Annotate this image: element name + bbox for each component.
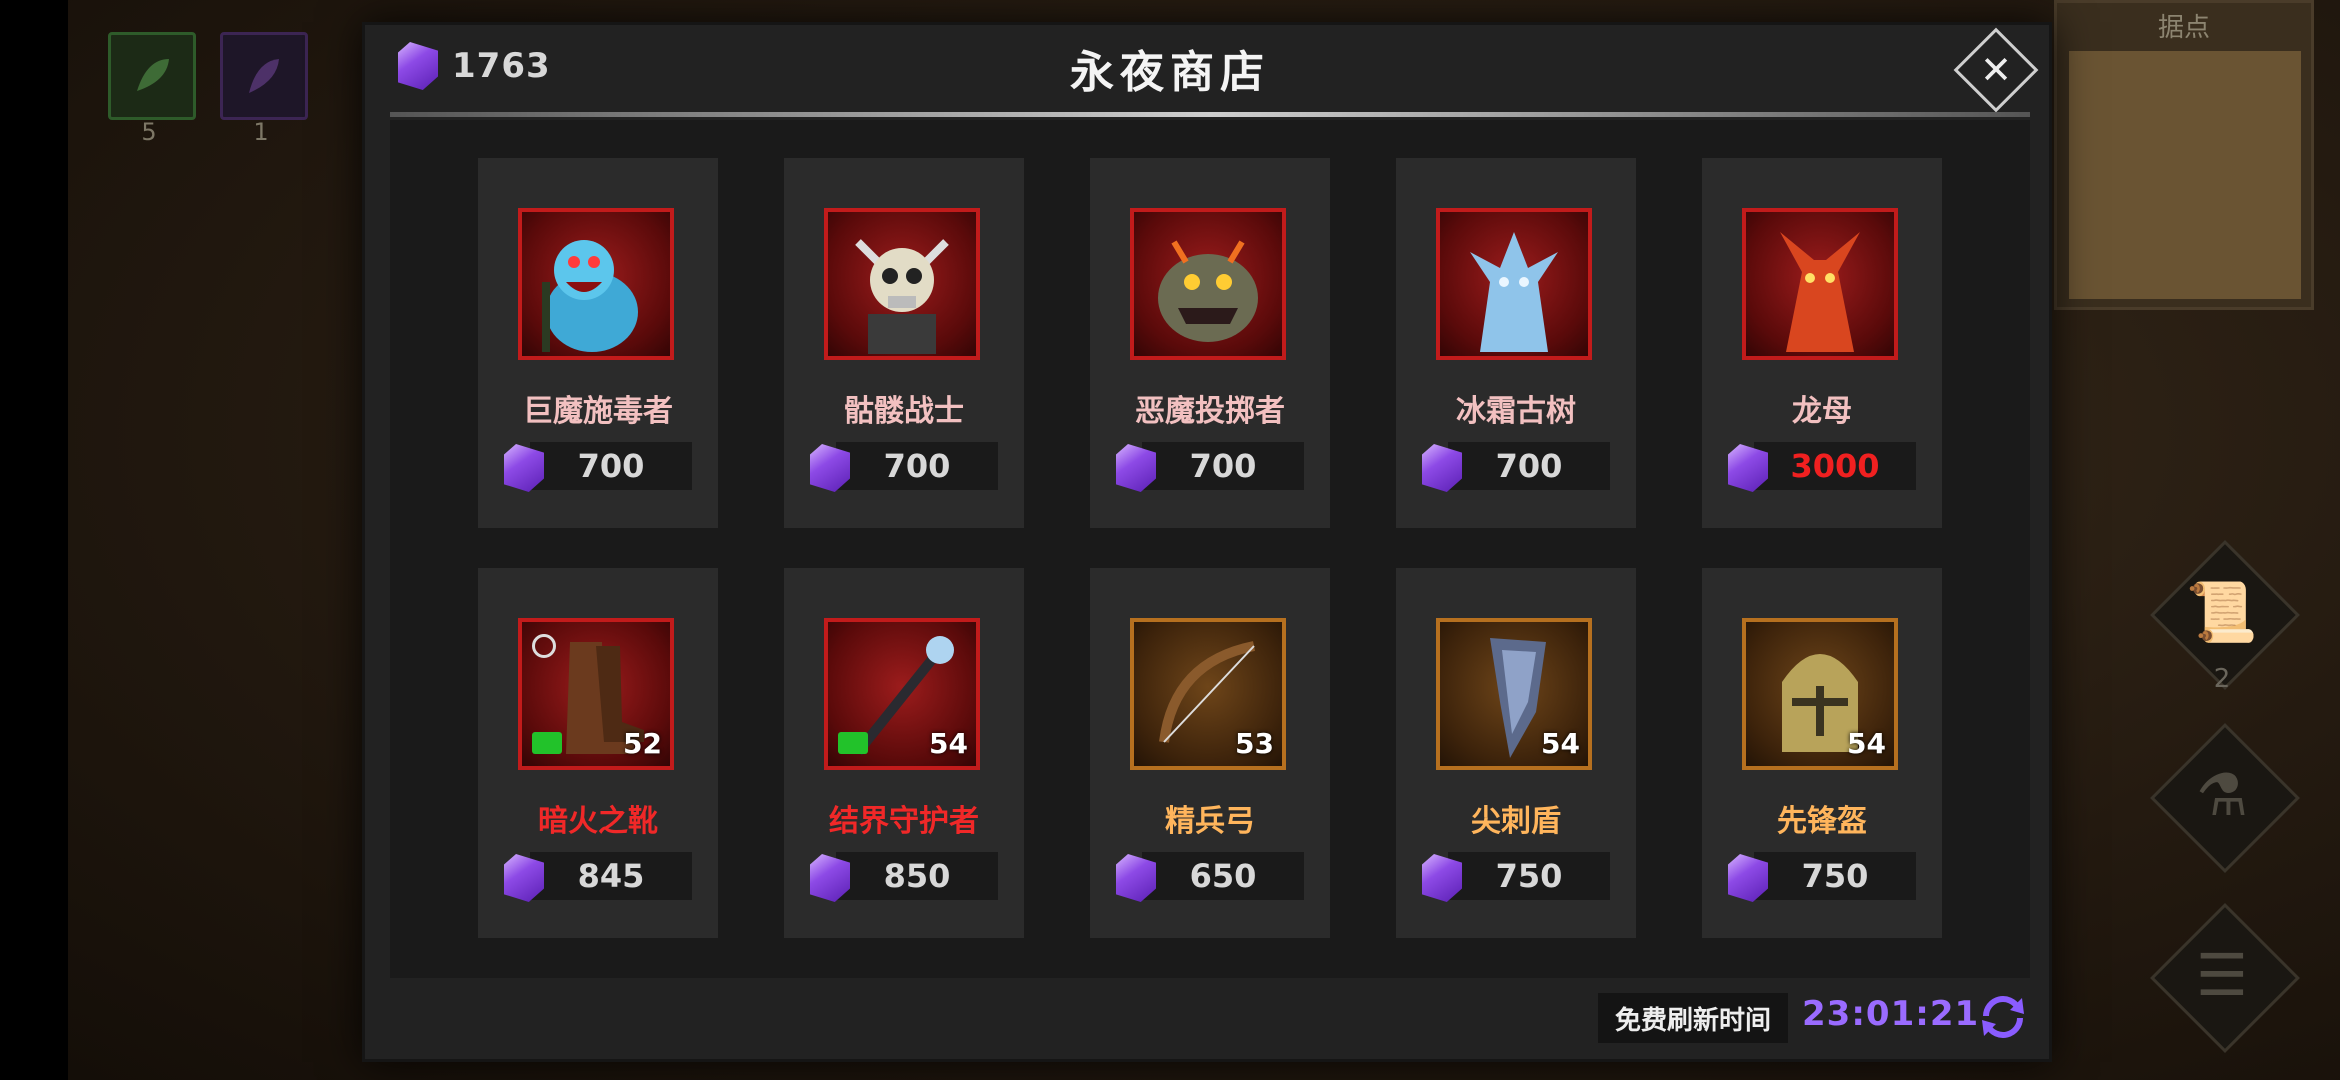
price-box: 650 [1142,852,1304,900]
item-name: 结界守护者 [829,804,979,839]
shop-item-card[interactable]: 龙母 3000 [1702,158,1942,528]
item-portrait [1436,208,1592,360]
item-price: 750 [1801,857,1869,895]
scroll-icon: 📜 [2185,577,2259,646]
item-price: 700 [883,447,951,485]
item-portrait: 52 [518,618,674,770]
item-portrait [1742,208,1898,360]
item-name: 精兵弓 [1165,804,1255,839]
shop-item-card[interactable]: 52 暗火之靴 845 [478,568,718,938]
item-price: 700 [577,447,645,485]
refresh-icon[interactable] [1976,990,2030,1044]
quick-slot-green-count: 5 [141,118,157,146]
item-level: 53 [1235,727,1274,760]
price-box: 700 [1142,442,1304,490]
title-divider [390,112,2030,117]
set-ring-icon [532,634,556,658]
item-level: 52 [623,727,662,760]
item-level: 54 [1541,727,1580,760]
item-name: 龙母 [1792,394,1852,429]
item-portrait: 53 [1130,618,1286,770]
refresh-timer: 23:01:21 [1802,994,1980,1034]
item-name: 骷髅战士 [844,394,964,429]
quest-count: 2 [2213,664,2231,694]
item-name: 先锋盔 [1777,804,1867,839]
item-price: 845 [577,857,645,895]
item-portrait [824,208,980,360]
item-portrait [518,208,674,360]
item-name: 暗火之靴 [538,804,658,839]
price-box: 3000 [1754,442,1916,490]
price-box: 850 [836,852,998,900]
price-box: 845 [530,852,692,900]
item-name: 冰霜古树 [1456,394,1576,429]
price-box: 750 [1754,852,1916,900]
item-level: 54 [1847,727,1886,760]
price-box: 750 [1448,852,1610,900]
price-box: 700 [1448,442,1610,490]
item-portrait: 54 [824,618,980,770]
shop-item-card[interactable]: 54 尖刺盾 750 [1396,568,1636,938]
item-name: 恶魔投掷者 [1135,394,1285,429]
book-icon [838,732,868,754]
price-box: 700 [530,442,692,490]
shop-item-card[interactable]: 冰霜古树 700 [1396,158,1636,528]
close-icon[interactable]: ✕ [1966,40,2026,100]
shop-item-card[interactable]: 54 结界守护者 850 [784,568,1024,938]
item-price: 750 [1495,857,1563,895]
list-icon: ☰ [2196,941,2248,1009]
dragon-mother-icon [1780,232,1860,352]
skull-icon [855,239,949,354]
frost-treant-icon [1470,232,1558,352]
free-refresh-label: 免费刷新时间 [1598,993,1788,1043]
item-level: 54 [929,727,968,760]
price-box: 700 [836,442,998,490]
item-price: 700 [1495,447,1563,485]
item-portrait: 54 [1742,618,1898,770]
demon-icon [1158,240,1258,342]
item-price: 700 [1189,447,1257,485]
item-name: 巨魔施毒者 [523,394,673,429]
shop-item-card[interactable]: 54 先锋盔 750 [1702,568,1942,938]
shop-item-card[interactable]: 骷髅战士 700 [784,158,1024,528]
flask-icon: ⚗ [2196,761,2248,829]
book-icon [532,732,562,754]
item-price: 650 [1189,857,1257,895]
shop-item-card[interactable]: 巨魔施毒者 700 [478,158,718,528]
item-portrait [1130,208,1286,360]
quick-slot-purple-count: 1 [253,118,269,146]
item-portrait: 54 [1436,618,1592,770]
shop-item-card[interactable]: 恶魔投掷者 700 [1090,158,1330,528]
troll-icon [542,240,638,352]
item-price: 3000 [1790,447,1880,485]
shop-item-card[interactable]: 53 精兵弓 650 [1090,568,1330,938]
item-name: 尖刺盾 [1471,804,1561,839]
item-price: 850 [883,857,951,895]
